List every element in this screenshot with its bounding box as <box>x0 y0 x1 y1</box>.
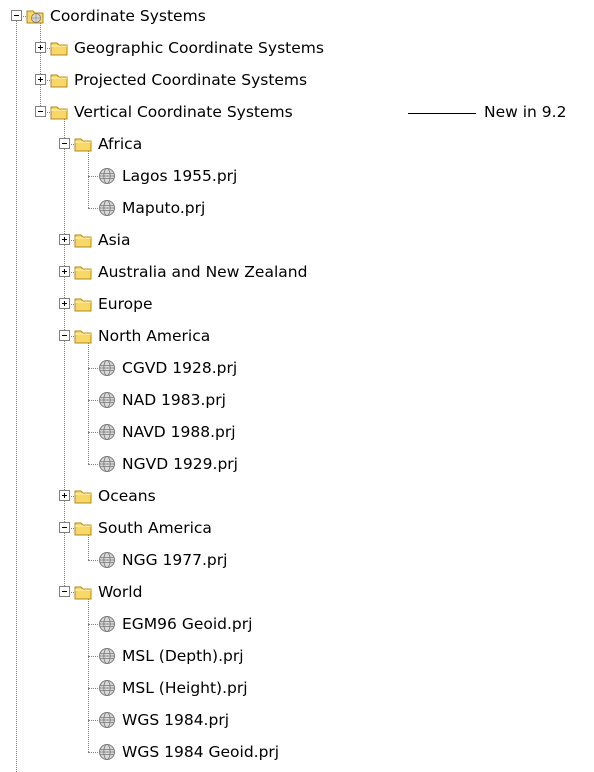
tree-connector <box>88 176 98 177</box>
tree-connector <box>88 368 98 369</box>
folder-icon <box>74 263 92 281</box>
tree-item-label: Coordinate Systems <box>50 7 206 25</box>
expand-toggle-icon[interactable] <box>59 266 70 277</box>
folder-icon <box>74 583 92 601</box>
tree-item-label: North America <box>98 327 211 345</box>
tree-connector <box>88 208 98 209</box>
globe-file-icon <box>98 423 116 441</box>
folder-icon <box>74 327 92 345</box>
tree-leaf-egm96-geoid-prj[interactable]: EGM96 Geoid.prj <box>0 608 594 640</box>
tree-connector <box>88 688 98 689</box>
tree-node-europe[interactable]: Europe <box>0 288 594 320</box>
tree-item-label: Australia and New Zealand <box>98 263 308 281</box>
globe-file-icon <box>98 391 116 409</box>
expand-toggle-icon[interactable] <box>59 234 70 245</box>
tree-leaf-ngg-1977-prj[interactable]: NGG 1977.prj <box>0 544 594 576</box>
callout-line <box>408 113 476 114</box>
tree-leaf-maputo-prj[interactable]: Maputo.prj <box>0 192 594 224</box>
tree-item-label: World <box>98 583 143 601</box>
tree-connector <box>88 624 98 625</box>
expand-toggle-icon[interactable] <box>35 42 46 53</box>
tree-connector <box>88 560 98 561</box>
tree-item-label: WGS 1984.prj <box>122 711 229 729</box>
tree-node-asia[interactable]: Asia <box>0 224 594 256</box>
tree-item-label: MSL (Height).prj <box>122 679 248 697</box>
tree-leaf-wgs-1984-geoid-prj[interactable]: WGS 1984 Geoid.prj <box>0 736 594 768</box>
collapse-toggle-icon[interactable] <box>59 330 70 341</box>
tree-item-label: Asia <box>98 231 131 249</box>
tree-connector <box>88 464 98 465</box>
callout-label: New in 9.2 <box>484 103 567 121</box>
tree-item-label: Vertical Coordinate Systems <box>74 103 293 121</box>
coordinate-systems-tree: Coordinate Systems Geographic Coordinate… <box>0 0 594 772</box>
tree-leaf-ngvd-1929-prj[interactable]: NGVD 1929.prj <box>0 448 594 480</box>
tree-node-coordinate-systems[interactable]: Coordinate Systems <box>0 0 594 32</box>
folder-icon <box>74 231 92 249</box>
tree-item-label: MSL (Depth).prj <box>122 647 244 665</box>
globe-file-icon <box>98 679 116 697</box>
globe-file-icon <box>98 199 116 217</box>
tree-node-geographic-coordinate-systems[interactable]: Geographic Coordinate Systems <box>0 32 594 64</box>
folder-globe-icon <box>26 7 44 25</box>
collapse-toggle-icon[interactable] <box>59 138 70 149</box>
folder-icon <box>50 103 68 121</box>
globe-file-icon <box>98 455 116 473</box>
folder-icon <box>50 39 68 57</box>
collapse-toggle-icon[interactable] <box>59 586 70 597</box>
tree-item-label: South America <box>98 519 212 537</box>
tree-node-north-america[interactable]: North America <box>0 320 594 352</box>
tree-connector <box>88 720 98 721</box>
globe-file-icon <box>98 615 116 633</box>
tree-leaf-nad-1983-prj[interactable]: NAD 1983.prj <box>0 384 594 416</box>
tree-item-label: Europe <box>98 295 153 313</box>
tree-node-world[interactable]: World <box>0 576 594 608</box>
folder-icon <box>74 295 92 313</box>
folder-icon <box>74 519 92 537</box>
tree-item-label: NGG 1977.prj <box>122 551 228 569</box>
tree-leaf-lagos-1955-prj[interactable]: Lagos 1955.prj <box>0 160 594 192</box>
tree-connector <box>88 432 98 433</box>
globe-file-icon <box>98 647 116 665</box>
tree-node-south-america[interactable]: South America <box>0 512 594 544</box>
globe-file-icon <box>98 551 116 569</box>
tree-node-australia-and-new-zealand[interactable]: Australia and New Zealand <box>0 256 594 288</box>
tree-item-label: Projected Coordinate Systems <box>74 71 308 89</box>
tree-node-africa[interactable]: Africa <box>0 128 594 160</box>
tree-item-label: Oceans <box>98 487 156 505</box>
globe-file-icon <box>98 167 116 185</box>
tree-item-label: Africa <box>98 135 143 153</box>
tree-item-label: NAVD 1988.prj <box>122 423 236 441</box>
tree-item-label: NAD 1983.prj <box>122 391 226 409</box>
folder-icon <box>50 71 68 89</box>
tree-connector <box>88 752 98 753</box>
tree-node-oceans[interactable]: Oceans <box>0 480 594 512</box>
tree-item-label: CGVD 1928.prj <box>122 359 238 377</box>
tree-item-label: EGM96 Geoid.prj <box>122 615 253 633</box>
expand-toggle-icon[interactable] <box>35 74 46 85</box>
tree-leaf-msl-depth-prj[interactable]: MSL (Depth).prj <box>0 640 594 672</box>
globe-file-icon <box>98 711 116 729</box>
tree-leaf-wgs-1984-prj[interactable]: WGS 1984.prj <box>0 704 594 736</box>
tree-item-label: Lagos 1955.prj <box>122 167 238 185</box>
tree-leaf-navd-1988-prj[interactable]: NAVD 1988.prj <box>0 416 594 448</box>
collapse-toggle-icon[interactable] <box>35 106 46 117</box>
collapse-toggle-icon[interactable] <box>59 522 70 533</box>
globe-file-icon <box>98 359 116 377</box>
expand-toggle-icon[interactable] <box>59 490 70 501</box>
tree-item-label: WGS 1984 Geoid.prj <box>122 743 280 761</box>
folder-icon <box>74 487 92 505</box>
expand-toggle-icon[interactable] <box>59 298 70 309</box>
tree-item-label: NGVD 1929.prj <box>122 455 238 473</box>
folder-icon <box>74 135 92 153</box>
tree-leaf-cgvd-1928-prj[interactable]: CGVD 1928.prj <box>0 352 594 384</box>
collapse-toggle-icon[interactable] <box>11 10 22 21</box>
tree-node-projected-coordinate-systems[interactable]: Projected Coordinate Systems <box>0 64 594 96</box>
tree-item-label: Maputo.prj <box>122 199 206 217</box>
tree-connector <box>88 656 98 657</box>
tree-connector <box>88 400 98 401</box>
globe-file-icon <box>98 743 116 761</box>
tree-leaf-msl-height-prj[interactable]: MSL (Height).prj <box>0 672 594 704</box>
tree-item-label: Geographic Coordinate Systems <box>74 39 324 57</box>
